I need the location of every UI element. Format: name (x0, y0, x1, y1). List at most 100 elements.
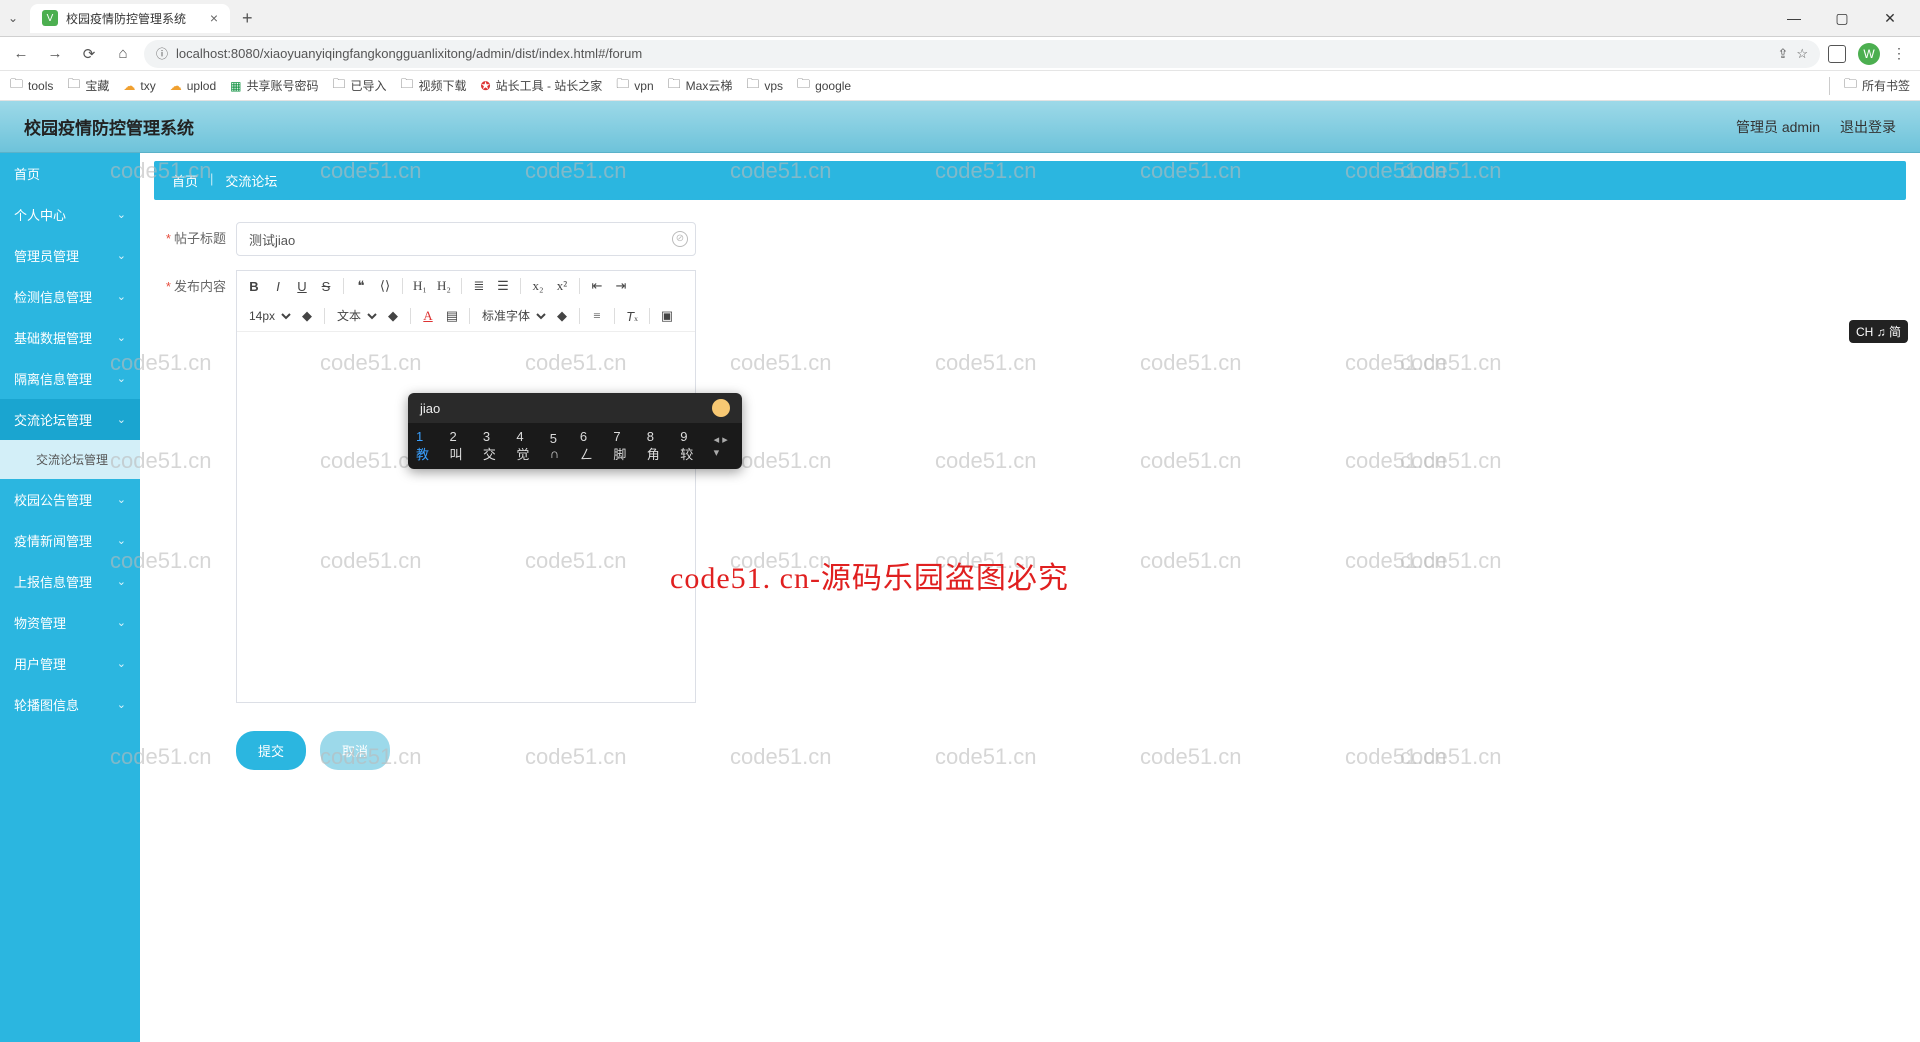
reload-icon[interactable]: ⟳ (76, 45, 102, 63)
bold-icon[interactable]: B (243, 275, 265, 297)
underline-icon[interactable]: U (291, 275, 313, 297)
dropdown-icon[interactable]: ◆ (296, 305, 318, 327)
breadcrumb-home[interactable]: 首页 (172, 171, 198, 190)
ol-icon[interactable]: ≣ (468, 275, 490, 297)
minimize-icon[interactable]: — (1782, 10, 1806, 27)
all-bookmarks-button[interactable]: 🗀所有书签 (1844, 75, 1910, 97)
subscript-icon[interactable]: x₂ (527, 275, 549, 297)
site-info-icon[interactable]: ⓘ (156, 45, 168, 62)
address-bar[interactable]: ⓘ localhost:8080/xiaoyuanyiqingfangkongg… (144, 40, 1820, 68)
emoji-icon[interactable] (712, 399, 730, 417)
chevron-down-icon: ⌄ (117, 698, 126, 711)
close-window-icon[interactable]: ✕ (1878, 10, 1902, 27)
indent-icon[interactable]: ⇤ (586, 275, 608, 297)
clear-format-icon[interactable]: Tₓ (621, 305, 643, 327)
sidebar-item-news[interactable]: 疫情新闻管理⌄ (0, 520, 140, 561)
chevron-down-icon: ⌄ (117, 290, 126, 303)
sidebar-item-home[interactable]: 首页 (0, 153, 140, 194)
bg-color-icon[interactable]: ▤ (441, 305, 463, 327)
logout-link[interactable]: 退出登录 (1840, 117, 1896, 137)
folder-icon: 🗀 (797, 75, 810, 97)
rich-text-editor: B I U S ❝ ⟨⟩ H₁ H₂ ≣ ☰ x₂ (236, 270, 696, 703)
close-icon[interactable]: × (210, 10, 218, 26)
profile-avatar[interactable]: W (1858, 43, 1880, 65)
share-icon[interactable]: ⇪ (1777, 46, 1788, 62)
chevron-down-icon: ⌄ (117, 331, 126, 344)
post-title-input[interactable] (236, 222, 696, 256)
code-icon[interactable]: ⟨⟩ (374, 275, 396, 297)
sidebar-item-forum[interactable]: 交流论坛管理⌄ (0, 399, 140, 440)
home-icon[interactable]: ⌂ (110, 45, 136, 62)
bookmark-item[interactable]: 🗀vpn (616, 75, 653, 97)
sidebar-item-carousel[interactable]: 轮播图信息⌄ (0, 684, 140, 725)
bookmark-item[interactable]: ☁uplod (170, 79, 216, 93)
sidebar-item-supplies[interactable]: 物资管理⌄ (0, 602, 140, 643)
sidebar-item-basedata[interactable]: 基础数据管理⌄ (0, 317, 140, 358)
bookmark-item[interactable]: ▦共享账号密码 (230, 77, 318, 94)
current-user-label[interactable]: 管理员 admin (1736, 117, 1820, 137)
sidebar-item-profile[interactable]: 个人中心⌄ (0, 194, 140, 235)
sidebar-item-report[interactable]: 上报信息管理⌄ (0, 561, 140, 602)
dropdown-icon[interactable]: ◆ (382, 305, 404, 327)
browser-tab-bar: ⌄ V 校园疫情防控管理系统 × + — ▢ ✕ (0, 0, 1920, 37)
sidebar-item-announce[interactable]: 校园公告管理⌄ (0, 479, 140, 520)
bookmark-item[interactable]: 🗀宝藏 (67, 75, 109, 97)
breadcrumb: 首页 | 交流论坛 (154, 161, 1906, 200)
ime-candidates[interactable]: 1 教 2 叫 3 交 4 觉 5 ∩ 6 ㄥ 7 脚 8 角 9 较 ◂ ▸ … (408, 423, 742, 469)
block-type-select[interactable]: 文本 (331, 308, 380, 324)
folder-icon: 🗀 (1844, 75, 1857, 97)
sidebar-item-detection[interactable]: 检测信息管理⌄ (0, 276, 140, 317)
bookmark-star-icon[interactable]: ☆ (1796, 46, 1808, 62)
main-content: 首页 | 交流论坛 CH ♫ 简 *帖子标题 ⊘ jiao 1 教 2 叫 (140, 153, 1920, 1042)
content-label: *发布内容 (160, 270, 226, 295)
app-header: 校园疫情防控管理系统 管理员 admin 退出登录 (0, 101, 1920, 153)
back-icon[interactable]: ← (8, 45, 34, 62)
bookmark-item[interactable]: 🗀已导入 (332, 75, 386, 97)
ime-indicator[interactable]: CH ♫ 简 (1849, 320, 1908, 343)
ime-nav-icons[interactable]: ◂ ▸ ▾ (714, 433, 734, 459)
cancel-button[interactable]: 取消 (320, 731, 390, 770)
quote-icon[interactable]: ❝ (350, 275, 372, 297)
bookmark-item[interactable]: 🗀视频下载 (401, 75, 467, 97)
submit-button[interactable]: 提交 (236, 731, 306, 770)
breadcrumb-separator: | (210, 171, 213, 190)
font-family-select[interactable]: 标准字体 (476, 308, 549, 324)
sidebar-subitem-forum[interactable]: 交流论坛管理 (0, 440, 140, 479)
bookmark-item[interactable]: 🗀google (797, 75, 851, 97)
sidebar-item-isolation[interactable]: 隔离信息管理⌄ (0, 358, 140, 399)
font-color-icon[interactable]: A (417, 305, 439, 327)
maximize-icon[interactable]: ▢ (1830, 10, 1854, 27)
breadcrumb-current: 交流论坛 (225, 171, 277, 190)
editor-body[interactable] (237, 332, 695, 702)
extensions-icon[interactable] (1828, 45, 1846, 63)
h1-icon[interactable]: H₁ (409, 275, 431, 297)
forward-icon[interactable]: → (42, 45, 68, 62)
image-icon[interactable]: ▣ (656, 305, 678, 327)
browser-tab[interactable]: V 校园疫情防控管理系统 × (30, 4, 230, 33)
h2-icon[interactable]: H₂ (433, 275, 455, 297)
bookmark-item[interactable]: ✪站长工具 - 站长之家 (481, 77, 603, 94)
dropdown-icon[interactable]: ◆ (551, 305, 573, 327)
bookmark-item[interactable]: 🗀vps (746, 75, 783, 97)
outdent-icon[interactable]: ⇥ (610, 275, 632, 297)
sheet-icon: ▦ (230, 79, 241, 93)
ul-icon[interactable]: ☰ (492, 275, 514, 297)
superscript-icon[interactable]: x² (551, 275, 573, 297)
strike-icon[interactable]: S (315, 275, 337, 297)
clear-input-icon[interactable]: ⊘ (672, 231, 688, 247)
chevron-down-icon: ⌄ (117, 413, 126, 426)
cloud-icon: ☁ (123, 79, 135, 93)
bookmark-item[interactable]: ☁txy (123, 79, 155, 93)
bookmark-item[interactable]: 🗀Max云梯 (668, 75, 733, 97)
new-tab-button[interactable]: + (242, 8, 253, 29)
font-size-select[interactable]: 14px (243, 308, 294, 324)
italic-icon[interactable]: I (267, 275, 289, 297)
sidebar-item-admin[interactable]: 管理员管理⌄ (0, 235, 140, 276)
menu-icon[interactable]: ⋮ (1892, 45, 1906, 62)
ime-candidate-popup[interactable]: jiao 1 教 2 叫 3 交 4 觉 5 ∩ 6 ㄥ 7 脚 8 角 9 较… (408, 393, 742, 469)
align-icon[interactable]: ≡ (586, 305, 608, 327)
tab-dropdown[interactable]: ⌄ (0, 11, 26, 25)
ime-composing-text: jiao (420, 401, 440, 416)
sidebar-item-users[interactable]: 用户管理⌄ (0, 643, 140, 684)
bookmark-item[interactable]: 🗀tools (10, 75, 53, 97)
